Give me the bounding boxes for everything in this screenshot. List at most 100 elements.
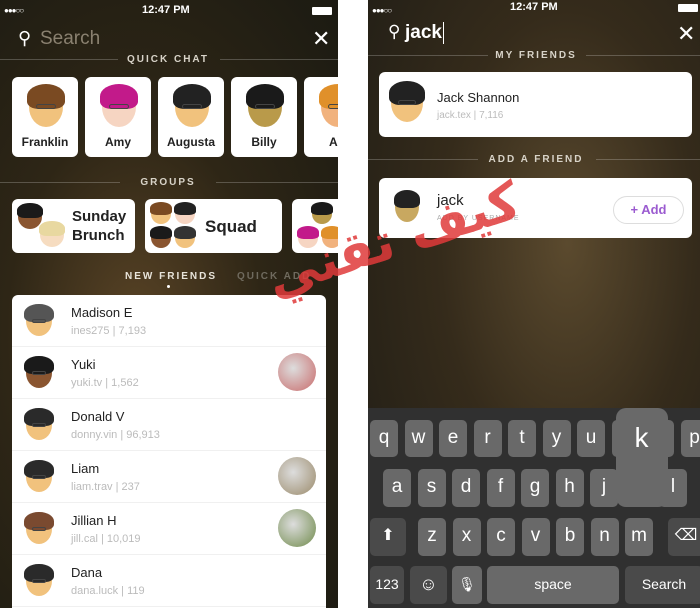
key-b[interactable]: b	[556, 518, 584, 556]
friend-score: 7,116	[479, 110, 504, 121]
tab-new-friends[interactable]: NEW FRIENDS	[125, 271, 217, 282]
shift-key[interactable]: ⬆	[370, 518, 406, 556]
key-h[interactable]: h	[555, 469, 584, 507]
friend-name: Donald V	[71, 409, 125, 424]
story-thumbnail[interactable]	[278, 457, 316, 495]
close-icon[interactable]: ✕	[677, 21, 695, 47]
key-t[interactable]: t	[508, 420, 536, 457]
friend-username: jill.cal	[71, 533, 98, 545]
story-thumbnail[interactable]	[278, 353, 316, 391]
quick-chat-name: Franklin	[21, 135, 69, 149]
avatar	[38, 221, 66, 247]
friend-username: donny.vin	[71, 429, 118, 441]
group-sunday-brunch[interactable]: Sunday Brunch	[12, 199, 135, 253]
numbers-key[interactable]: 123	[370, 566, 404, 604]
list-item[interactable]: Donald V donny.vin | 96,913	[12, 399, 326, 451]
friend-name: Yuki	[71, 357, 96, 372]
quick-chat-alf[interactable]: Alf	[304, 77, 338, 157]
friend-username: yuki.tv	[71, 377, 103, 389]
avatar	[172, 83, 212, 127]
friend-name: Madison E	[71, 305, 133, 320]
key-u[interactable]: u	[577, 420, 605, 457]
key-s[interactable]: s	[417, 469, 446, 507]
list-item[interactable]: Liam liam.trav | 237	[12, 451, 326, 503]
friend-username: jack.tex	[437, 110, 471, 121]
divider	[216, 182, 338, 183]
friend-score: 10,019	[106, 533, 141, 545]
key-g[interactable]: g	[521, 469, 549, 507]
key-e[interactable]: e	[439, 420, 467, 457]
story-thumbnail[interactable]	[278, 509, 316, 547]
avatar	[310, 202, 334, 224]
key-q[interactable]: q	[370, 420, 398, 457]
microphone-key[interactable]: 🎙	[452, 566, 482, 604]
section-quick-chat: QUICK CHAT	[126, 54, 210, 65]
avatar	[149, 202, 173, 224]
key-y[interactable]: y	[542, 420, 571, 457]
key-n[interactable]: n	[590, 518, 619, 556]
key-f[interactable]: f	[486, 469, 515, 507]
group-squad[interactable]: Squad	[145, 199, 282, 253]
friend-result-jack-shannon[interactable]: Jack Shannon jack.tex | 7,116	[379, 72, 692, 137]
key-c[interactable]: c	[487, 518, 515, 556]
key-p[interactable]: p	[680, 420, 700, 457]
add-button[interactable]: + Add	[613, 196, 684, 224]
keyboard: qwertyuiopasdfghjkl⬆zxcvbnm⌫123☺🎙spaceSe…	[368, 408, 700, 608]
key-v[interactable]: v	[521, 518, 550, 556]
search-input[interactable]: ⚲ jack	[388, 22, 648, 46]
quick-chat-amy[interactable]: Amy	[85, 77, 151, 157]
friend-name: Jack Shannon	[437, 90, 520, 105]
key-x[interactable]: x	[452, 518, 481, 556]
key-z[interactable]: z	[418, 518, 446, 556]
section-groups: GROUPS	[140, 177, 196, 188]
battery-icon	[678, 4, 698, 12]
quick-chat-franklin[interactable]: Franklin	[12, 77, 78, 157]
quick-chat-billy[interactable]: Billy	[231, 77, 297, 157]
friend-score: 237	[121, 481, 140, 493]
friend-name: Dana	[71, 565, 103, 580]
section-my-friends: MY FRIENDS	[495, 50, 577, 61]
divider	[596, 159, 700, 160]
search-input[interactable]: ⚲ Search	[18, 28, 288, 52]
key-m[interactable]: m	[625, 518, 653, 556]
friend-name: Liam	[71, 461, 100, 476]
backspace-key[interactable]: ⌫	[668, 518, 700, 556]
key-j[interactable]: j	[590, 469, 618, 507]
avatar	[26, 83, 66, 127]
key-r[interactable]: r	[473, 420, 502, 457]
avatar	[24, 511, 54, 544]
avatar	[24, 459, 54, 492]
space-key[interactable]: space	[487, 566, 619, 604]
divider	[0, 182, 120, 183]
avatar	[173, 202, 197, 224]
avatar	[24, 303, 54, 336]
search-placeholder: Search	[40, 28, 101, 49]
key-w[interactable]: w	[404, 420, 433, 457]
emoji-key[interactable]: ☺	[410, 566, 447, 604]
signal-icon: ●●●○○	[372, 6, 392, 15]
quick-chat-augusta[interactable]: Augusta	[158, 77, 224, 157]
search-key[interactable]: Search	[625, 566, 700, 604]
key-l[interactable]: l	[659, 469, 687, 507]
search-value: jack	[405, 22, 444, 44]
friend-score: 1,562	[111, 377, 139, 389]
close-icon[interactable]: ✕	[312, 26, 330, 52]
list-item[interactable]: Dana dana.luck | 119	[12, 555, 326, 607]
friend-score: 96,913	[126, 429, 160, 441]
list-item[interactable]: Jillian H jill.cal | 10,019	[12, 503, 326, 555]
divider	[586, 55, 700, 56]
avatar	[245, 83, 285, 127]
avatar	[173, 226, 197, 248]
friend-name: Jillian H	[71, 513, 117, 528]
right-phone-screen: ●●●○○ 12:47 PM ⚲ jack ✕ MY FRIENDS Jack …	[368, 0, 700, 608]
avatar	[24, 563, 54, 596]
divider	[0, 59, 118, 60]
friend-username: liam.trav	[71, 481, 113, 493]
key-d[interactable]: d	[452, 469, 480, 507]
divider	[368, 55, 488, 56]
key-a[interactable]: a	[383, 469, 411, 507]
new-friends-list: Madison E ines275 | 7,193 Yuki yuki.tv |…	[12, 295, 326, 608]
divider	[220, 59, 338, 60]
status-time: 12:47 PM	[142, 4, 190, 16]
list-item[interactable]: Yuki yuki.tv | 1,562	[12, 347, 326, 399]
